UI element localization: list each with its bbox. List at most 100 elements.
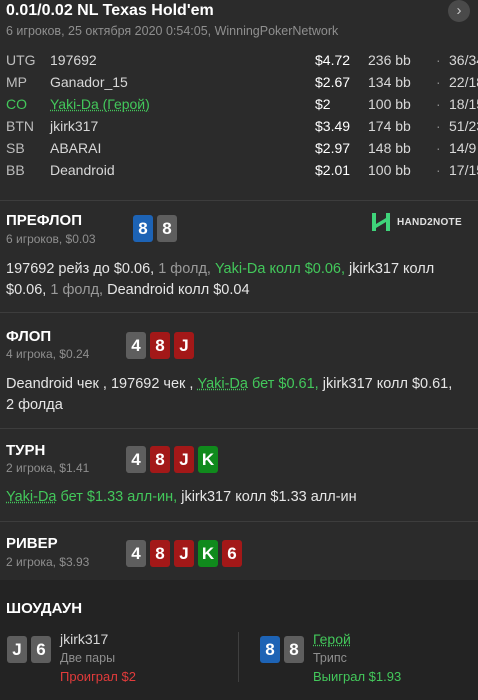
street-pot-info: 2 игрока, $3.93	[6, 555, 90, 569]
hand2note-logo-icon	[372, 213, 390, 231]
hero-hole-cards: 88	[133, 215, 177, 242]
player-position: SB	[6, 140, 25, 156]
player-position: BTN	[6, 118, 34, 134]
playing-card: 4	[126, 332, 146, 359]
game-subtitle: 6 игроков, 25 октября 2020 0:54:05, Winn…	[6, 24, 339, 38]
hand2note-logo: HAND2NOTE	[370, 211, 462, 233]
action-hero-call: Yaki-Da колл $0.06,	[210, 261, 346, 277]
action-call: Deandroid колл $0.04	[103, 282, 250, 298]
player-stack: $2	[315, 96, 331, 112]
villain-hole-cards: J6	[7, 636, 51, 663]
next-hand-button[interactable]: ›	[448, 0, 470, 22]
separator-dot: ·	[436, 52, 441, 68]
player-stack-bb: 100 bb	[368, 162, 411, 178]
playing-card: K	[198, 540, 218, 567]
hand-header: 0.01/0.02 NL Texas Hold'em 6 игроков, 25…	[0, 0, 478, 46]
chevron-right-icon: ›	[456, 2, 462, 19]
player-row: BTN jkirk317 $3.49 174 bb · 51/23	[0, 116, 478, 138]
player-stats: 51/23	[449, 118, 478, 134]
action-hero-bet: бет $1.33 алл-ин,	[56, 489, 178, 505]
game-title: 0.01/0.02 NL Texas Hold'em	[6, 2, 214, 19]
action-fold: 1 фолд,	[154, 261, 211, 277]
player-name[interactable]: Deandroid	[50, 162, 115, 178]
player-position: MP	[6, 74, 27, 90]
showdown-title: ШОУДАУН	[6, 600, 83, 617]
player-row: UTG 197692 $4.72 236 bb · 36/34	[0, 50, 478, 72]
player-stack-bb: 148 bb	[368, 140, 411, 156]
playing-card: J	[174, 332, 194, 359]
street-turn: ТУРН 2 игрока, $1.41 48JK Yaki-Da бет $1…	[0, 428, 478, 521]
playing-card: J	[7, 636, 27, 663]
action-fold: 2 фолда	[6, 397, 63, 413]
street-title: ФЛОП	[6, 328, 52, 345]
player-stack: $4.72	[315, 52, 351, 68]
player-stack: $2.67	[315, 74, 351, 90]
street-pot-info: 4 игрока, $0.24	[6, 347, 90, 361]
hand2note-logo-text: HAND2NOTE	[397, 216, 462, 228]
separator-dot: ·	[436, 162, 441, 178]
player-list: UTG 197692 $4.72 236 bb · 36/34 MP Ganad…	[0, 50, 478, 182]
playing-card: 8	[150, 540, 170, 567]
street-river: РИВЕР 2 игрока, $3.93 48JK6	[0, 521, 478, 580]
action-fold: 1 фолд,	[46, 282, 104, 298]
player-stats: 14/9	[449, 140, 477, 156]
player-position: CO	[6, 96, 27, 112]
player-row: MP Ganador_15 $2.67 134 bb · 22/18	[0, 72, 478, 94]
showdown-divider	[238, 632, 239, 682]
playing-card: 6	[222, 540, 242, 567]
street-pot-info: 6 игроков, $0.03	[6, 232, 96, 246]
action-hero-bet: бет $0.61,	[247, 376, 319, 392]
player-stats: 22/18	[449, 74, 478, 90]
playing-card: 8	[260, 636, 280, 663]
street-title: ПРЕФЛОП	[6, 212, 82, 229]
player-stats: 36/34	[449, 52, 478, 68]
player-stack: $2.01	[315, 162, 351, 178]
player-stats: 18/15	[449, 96, 478, 112]
playing-card: J	[174, 540, 194, 567]
street-title: РИВЕР	[6, 535, 58, 552]
street-title: ТУРН	[6, 442, 46, 459]
action-check: Deandroid чек ,	[6, 376, 107, 392]
player-name[interactable]: jkirk317	[50, 118, 98, 134]
player-name[interactable]: Yaki-Da (Герой)	[50, 96, 150, 112]
player-name[interactable]: ABARAI	[50, 140, 101, 156]
street-flop: ФЛОП 4 игрока, $0.24 48J Deandroid чек ,…	[0, 312, 478, 428]
player-stack-bb: 100 bb	[368, 96, 411, 112]
playing-card: 8	[150, 446, 170, 473]
villain-name[interactable]: jkirk317	[60, 631, 108, 647]
playing-card: 8	[284, 636, 304, 663]
player-name[interactable]: 197692	[50, 52, 97, 68]
player-stack: $3.49	[315, 118, 351, 134]
player-stack-bb: 134 bb	[368, 74, 411, 90]
hero-showdown-cards: 88	[260, 636, 304, 663]
player-stack-bb: 236 bb	[368, 52, 411, 68]
playing-card: 4	[126, 446, 146, 473]
action-call: jkirk317 колл $1.33 алл-ин	[177, 489, 357, 505]
action-check: 197692 чек ,	[106, 376, 194, 392]
player-stats: 17/15	[449, 162, 478, 178]
hero-name-link[interactable]: Yaki-Da	[6, 489, 57, 505]
hero-name-link[interactable]: Yaki-Da	[197, 376, 248, 392]
action-raise: 197692 рейз до $0.06,	[6, 261, 155, 277]
street-pot-info: 2 игрока, $1.41	[6, 461, 90, 475]
street-actions: Deandroid чек , 197692 чек , Yaki-Da бет…	[6, 374, 472, 416]
action-call: jkirk317 колл $0.61,	[318, 376, 453, 392]
player-stack-bb: 174 bb	[368, 118, 411, 134]
player-position: BB	[6, 162, 25, 178]
playing-card: 8	[157, 215, 177, 242]
hero-hand-rank: Трипс	[313, 651, 347, 665]
street-actions: Yaki-Da бет $1.33 алл-ин, jkirk317 колл …	[6, 487, 472, 508]
street-actions: 197692 рейз до $0.06, 1 фолд, Yaki-Da ко…	[6, 259, 472, 301]
board-cards: 48J	[126, 332, 194, 359]
playing-card: 8	[150, 332, 170, 359]
player-row-hero: CO Yaki-Da (Герой) $2 100 bb · 18/15	[0, 94, 478, 116]
villain-hand-rank: Две пары	[60, 651, 116, 665]
board-cards: 48JK6	[126, 540, 242, 567]
hero-result: Выиграл $1.93	[313, 669, 402, 684]
hero-name[interactable]: Герой	[313, 631, 351, 647]
villain-result: Проиграл $2	[60, 669, 136, 684]
showdown-section: ШОУДАУН J6 jkirk317 Две пары Проиграл $2…	[0, 580, 478, 700]
playing-card: 8	[133, 215, 153, 242]
player-name[interactable]: Ganador_15	[50, 74, 128, 90]
playing-card: 4	[126, 540, 146, 567]
